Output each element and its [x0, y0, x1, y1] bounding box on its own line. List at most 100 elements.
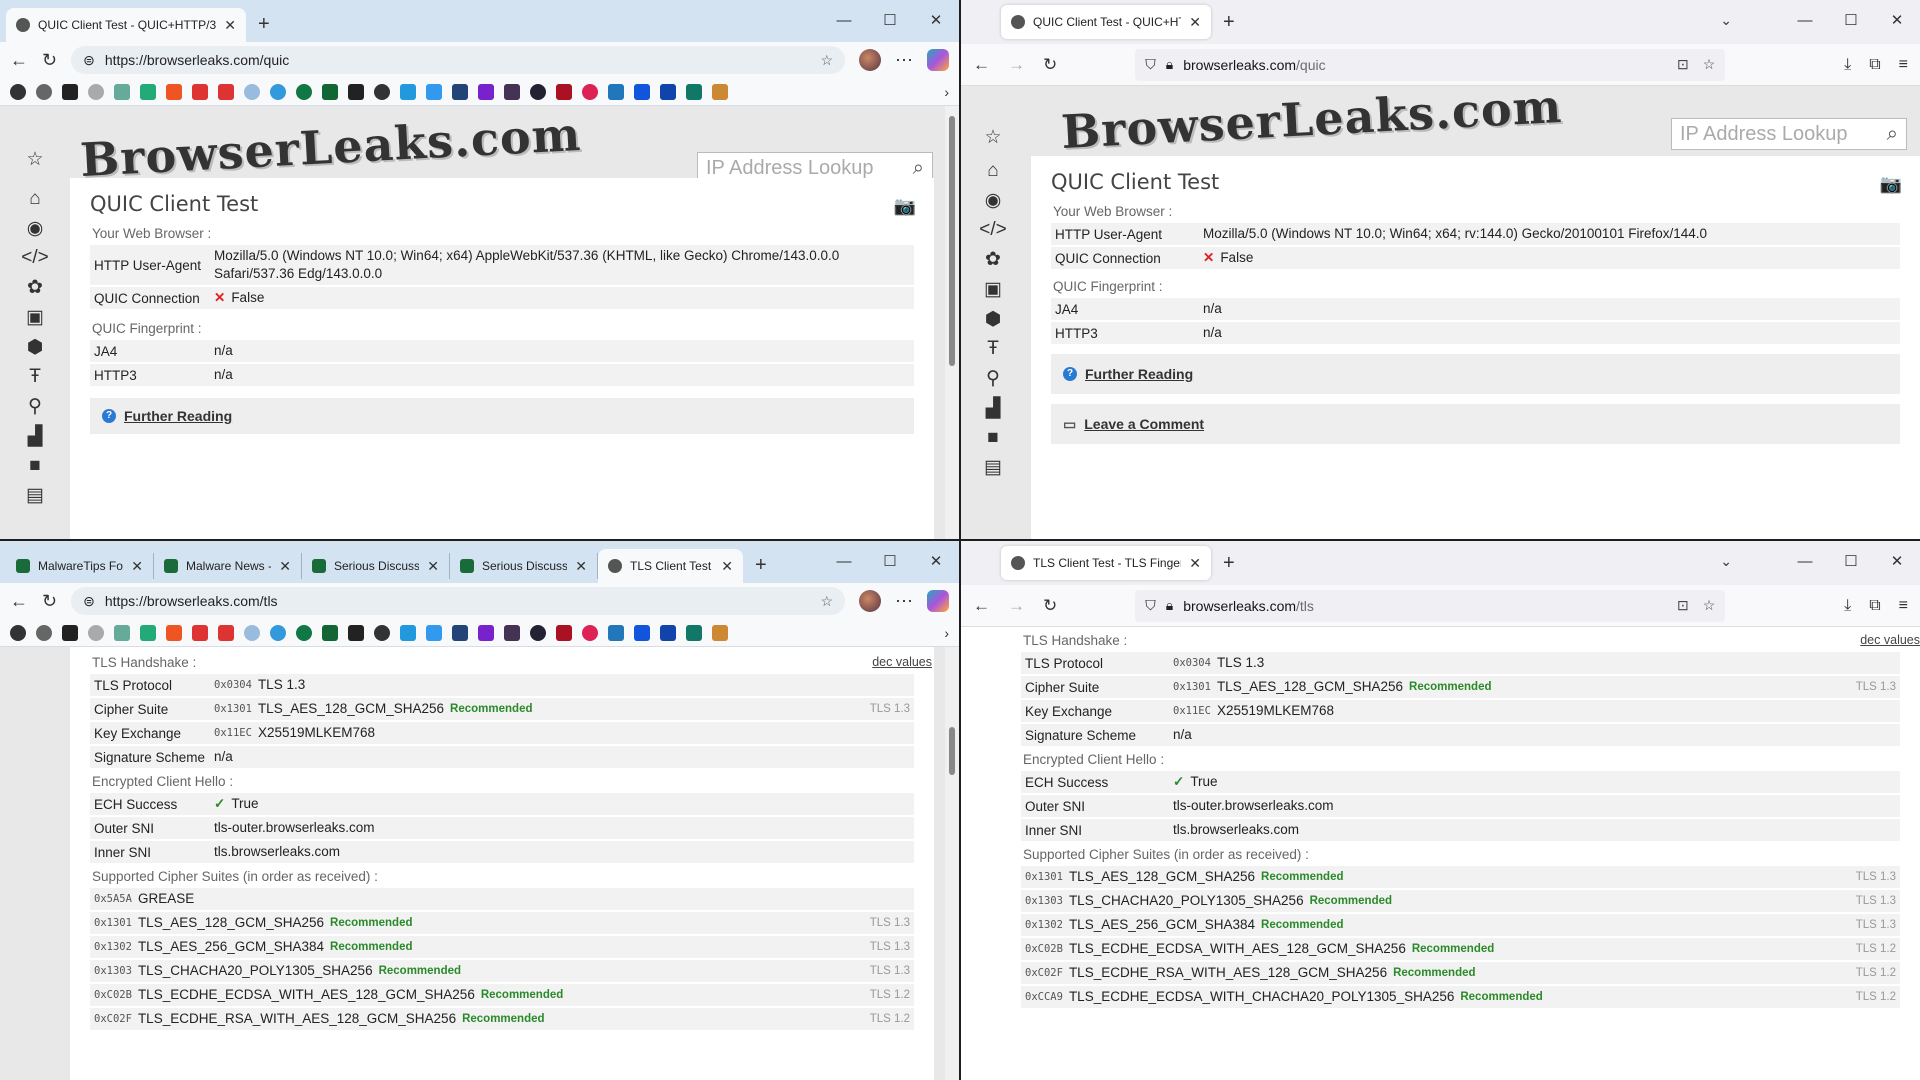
location-pin-icon[interactable]: ⚲: [986, 367, 1000, 390]
bookmark-icon[interactable]: [88, 624, 104, 641]
minimize-button[interactable]: —: [1782, 0, 1828, 44]
favorite-star-icon[interactable]: ☆: [820, 593, 833, 610]
tab-quic[interactable]: QUIC Client Test - QUIC+HTTP/ ✕: [1001, 5, 1211, 39]
leave-comment-link[interactable]: Leave a Comment: [1084, 416, 1204, 432]
close-tab-icon[interactable]: ✕: [1189, 14, 1201, 31]
new-tab-button[interactable]: +: [1223, 552, 1235, 575]
url-field[interactable]: ⊜ https://browserleaks.com/quic ☆: [71, 46, 845, 74]
copilot-icon[interactable]: [927, 49, 949, 71]
save-page-icon[interactable]: ⊡: [1677, 597, 1689, 614]
bookmark-icon[interactable]: [426, 624, 442, 641]
bookmark-icon[interactable]: [634, 83, 650, 100]
leave-comment[interactable]: ▭ Leave a Comment: [1051, 404, 1900, 444]
bookmark-icon[interactable]: [296, 624, 312, 641]
dec-values-link[interactable]: dec values: [872, 655, 932, 669]
wall-icon[interactable]: ▤: [26, 484, 44, 507]
refresh-icon[interactable]: ↻: [1043, 596, 1057, 616]
close-tab-icon[interactable]: ✕: [721, 558, 733, 575]
bookmark-icon[interactable]: [504, 83, 520, 100]
site-info-icon[interactable]: ⊜: [83, 52, 95, 69]
close-window-button[interactable]: ✕: [1874, 541, 1920, 585]
tab-quic[interactable]: QUIC Client Test - QUIC+HTTP/3 ✕: [6, 8, 246, 42]
history-icon[interactable]: [36, 624, 52, 641]
bookmark-icon[interactable]: [608, 83, 624, 100]
ip-lookup-input[interactable]: IP Address Lookup ⌕: [1671, 118, 1907, 150]
cube-icon[interactable]: ⬢: [985, 308, 1002, 331]
home-icon[interactable]: ⌂: [29, 188, 40, 210]
bookmark-icon[interactable]: [114, 624, 130, 641]
chevron-right-icon[interactable]: ›: [944, 84, 949, 100]
image-icon[interactable]: ▣: [984, 278, 1002, 301]
broadcast-icon[interactable]: ◉: [985, 189, 1002, 212]
scrollbar-thumb[interactable]: [949, 116, 955, 366]
bookmark-icon[interactable]: [192, 624, 208, 641]
close-tab-icon[interactable]: ✕: [1189, 555, 1201, 572]
favorite-star-icon[interactable]: ☆: [820, 52, 833, 69]
bookmark-icon[interactable]: [400, 624, 416, 641]
wall-icon[interactable]: ▤: [984, 456, 1002, 479]
bookmark-icon[interactable]: [218, 83, 234, 100]
bookmark-icon[interactable]: [686, 83, 702, 100]
copilot-icon[interactable]: [927, 590, 949, 612]
new-tab-button[interactable]: +: [755, 554, 767, 577]
refresh-icon[interactable]: ↻: [42, 50, 57, 71]
scrollbar[interactable]: [945, 106, 959, 539]
site-info-icon[interactable]: ⊜: [83, 593, 95, 610]
maximize-button[interactable]: ☐: [1828, 541, 1874, 585]
chevron-down-icon[interactable]: ⌄: [1720, 12, 1732, 29]
maximize-button[interactable]: ☐: [867, 0, 913, 42]
bookmark-icon[interactable]: [530, 624, 546, 641]
close-tab-icon[interactable]: ✕: [427, 558, 439, 575]
url-field[interactable]: ⛉ 🔒︎ browserleaks.com /quic ⊡ ☆: [1135, 48, 1726, 81]
minimize-button[interactable]: —: [821, 541, 867, 583]
minimize-button[interactable]: —: [821, 0, 867, 42]
font-icon[interactable]: Ŧ: [987, 338, 999, 360]
bookmark-icon[interactable]: [244, 624, 260, 641]
bookmark-icon[interactable]: [244, 83, 260, 100]
tab-tls[interactable]: TLS Client Test - TLS Fingerprint ✕: [1001, 546, 1211, 580]
code-icon[interactable]: </>: [21, 247, 48, 269]
search-icon[interactable]: ⌕: [913, 157, 924, 180]
bookmark-icon[interactable]: [608, 624, 624, 641]
close-tab-icon[interactable]: ✕: [224, 17, 236, 34]
bookmark-icon[interactable]: [530, 83, 546, 100]
tab-serious-discuss-2[interactable]: Serious Discuss ✕: [450, 553, 598, 579]
avatar[interactable]: [859, 590, 881, 612]
download-icon[interactable]: ⤓: [1844, 56, 1851, 74]
maximize-button[interactable]: ☐: [867, 541, 913, 583]
puzzle-icon[interactable]: ✿: [27, 276, 43, 299]
location-pin-icon[interactable]: ⚲: [28, 395, 42, 418]
menu-dots-icon[interactable]: ⋯: [895, 591, 913, 612]
pocket-icon[interactable]: [62, 624, 78, 641]
bookmark-icon[interactable]: [88, 83, 104, 100]
site-logo[interactable]: BrowserLeaks.com: [1060, 86, 1563, 159]
save-page-icon[interactable]: ⊡: [1677, 56, 1689, 73]
back-icon[interactable]: ←: [973, 596, 990, 616]
further-reading[interactable]: ? Further Reading: [90, 398, 914, 434]
scrollbar-thumb[interactable]: [949, 727, 955, 775]
minimize-button[interactable]: —: [1782, 541, 1828, 585]
chevron-down-icon[interactable]: ⌄: [1720, 553, 1732, 570]
hamburger-menu-icon[interactable]: ≡: [1899, 597, 1908, 615]
puzzle-icon[interactable]: ✿: [985, 248, 1001, 271]
bookmark-icon[interactable]: [582, 83, 598, 100]
maximize-button[interactable]: ☐: [1828, 0, 1874, 44]
lock-icon[interactable]: ■: [987, 427, 998, 449]
tab-serious-discuss-1[interactable]: Serious Discuss ✕: [302, 553, 450, 579]
camera-icon[interactable]: 📷: [894, 196, 916, 217]
close-tab-icon[interactable]: ✕: [131, 558, 143, 575]
bookmark-icon[interactable]: [166, 624, 182, 641]
url-field[interactable]: ⊜ https://browserleaks.com/tls ☆: [71, 587, 845, 615]
code-icon[interactable]: </>: [979, 219, 1006, 241]
image-icon[interactable]: ▣: [26, 306, 44, 329]
bookmark-icon[interactable]: [400, 83, 416, 100]
hamburger-menu-icon[interactable]: ≡: [1899, 56, 1908, 74]
bookmark-icon[interactable]: [296, 83, 312, 100]
dec-values-link[interactable]: dec values: [1860, 633, 1920, 647]
bookmark-icon[interactable]: [348, 624, 364, 641]
tab-tls[interactable]: TLS Client Test - ✕: [598, 549, 743, 583]
avatar[interactable]: [859, 49, 881, 71]
close-window-button[interactable]: ✕: [913, 541, 959, 583]
bookmark-icon[interactable]: [660, 624, 676, 641]
new-tab-button[interactable]: +: [1223, 11, 1235, 34]
